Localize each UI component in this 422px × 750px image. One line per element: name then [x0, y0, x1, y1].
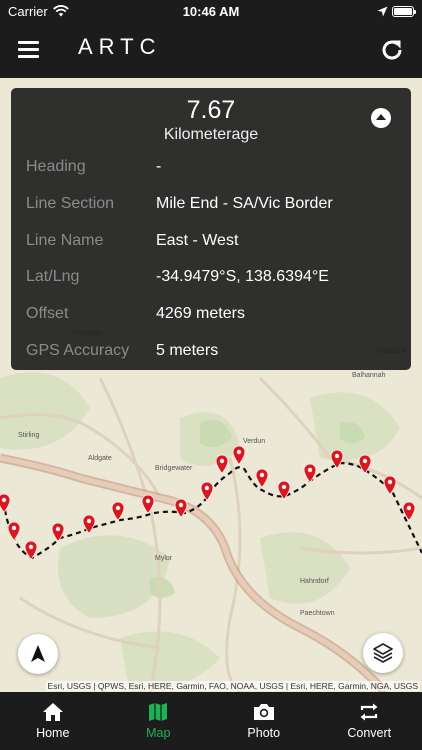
tab-home[interactable]: Home [0, 692, 106, 750]
map-pin-icon[interactable] [215, 454, 229, 474]
battery-icon [392, 5, 416, 17]
nav-bar: ARTC [0, 22, 422, 78]
info-panel: 7.67 Kilometerage Heading - Line Section… [11, 88, 411, 370]
info-value: 5 meters [156, 342, 219, 359]
battery-level [394, 7, 412, 15]
clock: 10:46 AM [182, 3, 240, 19]
map-pin-icon[interactable] [358, 454, 372, 474]
status-left: Carrier [8, 4, 69, 19]
tab-bar: Home Map Photo Convert [0, 692, 422, 750]
map-pin-icon[interactable] [0, 493, 11, 513]
tab-label: Convert [347, 726, 392, 740]
refresh-icon[interactable] [378, 36, 406, 64]
info-key: Line Section [26, 195, 115, 212]
place-label: Hahndorf [300, 578, 329, 585]
info-key: Offset [26, 305, 69, 322]
info-row-line-name: Line Name East - West [11, 232, 411, 256]
map-pin-icon[interactable] [330, 449, 344, 469]
tab-label: Photo [247, 726, 281, 740]
map-pin-icon[interactable] [383, 475, 397, 495]
info-row-heading: Heading - [11, 158, 411, 182]
place-label: Bridgewater [155, 465, 193, 472]
info-key: Heading [26, 158, 86, 175]
tab-convert[interactable]: Convert [317, 692, 422, 750]
info-key: Lat/Lng [26, 268, 80, 285]
map-pin-icon[interactable] [174, 498, 188, 518]
map-pin-icon[interactable] [277, 480, 291, 500]
status-right [377, 5, 416, 17]
home-icon [42, 703, 63, 721]
info-row-gps-accuracy: GPS Accuracy 5 meters [11, 342, 411, 366]
info-value: -34.9479°S, 138.6394°E [156, 268, 329, 285]
map-pin-icon[interactable] [7, 521, 21, 541]
map-layers-button[interactable] [363, 633, 403, 673]
place-label: Stirling [18, 432, 40, 439]
info-value: Mile End - SA/Vic Border [156, 195, 333, 212]
place-label: Balhannah [352, 372, 386, 379]
collapse-panel-button[interactable] [371, 108, 391, 128]
tab-photo[interactable]: Photo [211, 692, 317, 750]
hamburger-icon[interactable] [18, 41, 39, 58]
camera-icon [253, 704, 274, 720]
map-pin-icon[interactable] [232, 445, 246, 465]
artc-logo: ARTC [78, 34, 162, 60]
info-value: 4269 meters [156, 305, 245, 322]
carrier-label: Carrier [8, 3, 48, 19]
info-row-line-section: Line Section Mile End - SA/Vic Border [11, 195, 411, 219]
place-label: Aldgate [88, 455, 112, 462]
map-pin-icon[interactable] [402, 501, 416, 521]
map-attribution[interactable]: Esri, USGS | QPWS, Esri, HERE, Garmin, F… [45, 681, 420, 691]
tab-label: Home [36, 726, 70, 740]
location-arrow-icon [377, 6, 388, 16]
map-pin-icon[interactable] [111, 501, 125, 521]
map-pin-icon[interactable] [255, 468, 269, 488]
info-row-lat-lng: Lat/Lng -34.9479°S, 138.6394°E [11, 268, 411, 292]
tab-map[interactable]: Map [106, 692, 212, 750]
map-pin-icon[interactable] [51, 522, 65, 542]
info-value: East - West [156, 232, 239, 249]
tab-label: Map [146, 726, 171, 740]
info-key: GPS Accuracy [26, 342, 130, 359]
convert-icon [360, 703, 378, 721]
logo-text: ARTC [78, 34, 162, 59]
info-key: Line Name [26, 232, 104, 249]
layers-icon [373, 643, 393, 663]
place-label: Verdun [243, 438, 266, 445]
info-row-offset: Offset 4269 meters [11, 305, 411, 329]
locate-me-button[interactable] [18, 634, 58, 674]
status-bar: Carrier 10:46 AM [0, 0, 422, 22]
map-pin-icon[interactable] [303, 463, 317, 483]
place-label: Mylor [155, 555, 173, 562]
map-icon [149, 703, 168, 721]
kilometerage-label: Kilometerage [163, 126, 259, 143]
wifi-icon [52, 5, 69, 17]
info-value: - [156, 158, 162, 175]
navigation-arrow-icon [31, 645, 45, 662]
place-label: Paechtown [300, 610, 335, 617]
map-pin-icon[interactable] [200, 481, 214, 501]
map-pin-icon[interactable] [141, 494, 155, 514]
map-pin-icon[interactable] [24, 540, 38, 560]
kilometerage-value: 7.67 [186, 96, 236, 124]
map-pin-icon[interactable] [82, 514, 96, 534]
